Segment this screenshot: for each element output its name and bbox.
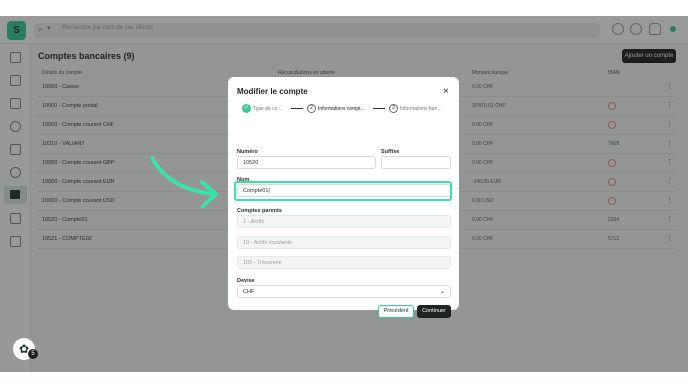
devise-value: CHF bbox=[243, 289, 255, 295]
parents-label: Comptes parents bbox=[237, 208, 282, 214]
app-window: S ⌕ ▾ Recherche par nom de vos clients C… bbox=[0, 16, 688, 372]
parent-account-field: 1 - Actifs bbox=[237, 215, 451, 228]
help-badge: 5 bbox=[28, 349, 38, 359]
chevron-down-icon: ⌄ bbox=[439, 289, 445, 295]
close-icon[interactable]: × bbox=[443, 86, 449, 97]
step-2-number[interactable]: 2 bbox=[307, 104, 316, 113]
step-1-check-icon[interactable]: ✓ bbox=[242, 104, 251, 113]
step-2-label[interactable]: Informations compt… bbox=[318, 106, 366, 112]
continue-button[interactable]: Continuer bbox=[417, 305, 451, 318]
nom-input-highlight bbox=[234, 181, 452, 201]
suffixe-input[interactable] bbox=[381, 156, 451, 169]
edit-account-modal: Modifier le compte × ✓ Type de co… 2 Inf… bbox=[228, 77, 459, 318]
step-3-label[interactable]: Informations ban… bbox=[400, 106, 442, 112]
step-separator bbox=[291, 108, 303, 109]
parent-account-field: 100 - Trésorerie bbox=[237, 256, 451, 269]
numero-label: Numéro bbox=[237, 149, 258, 155]
devise-select[interactable]: CHF ⌄ bbox=[237, 285, 451, 298]
numero-input[interactable]: 10520 bbox=[237, 156, 376, 169]
pointer-arrow-icon bbox=[150, 156, 218, 208]
suffixe-label: Suffixe bbox=[381, 149, 400, 155]
parent-account-field: 10 - Actifs circulants bbox=[237, 236, 451, 249]
modal-title: Modifier le compte bbox=[237, 87, 308, 96]
step-1-label[interactable]: Type de co… bbox=[253, 106, 282, 112]
previous-button[interactable]: Précédent bbox=[378, 305, 414, 318]
step-separator bbox=[373, 108, 385, 109]
step-3-number[interactable]: 3 bbox=[389, 104, 398, 113]
devise-label: Devise bbox=[237, 278, 255, 284]
